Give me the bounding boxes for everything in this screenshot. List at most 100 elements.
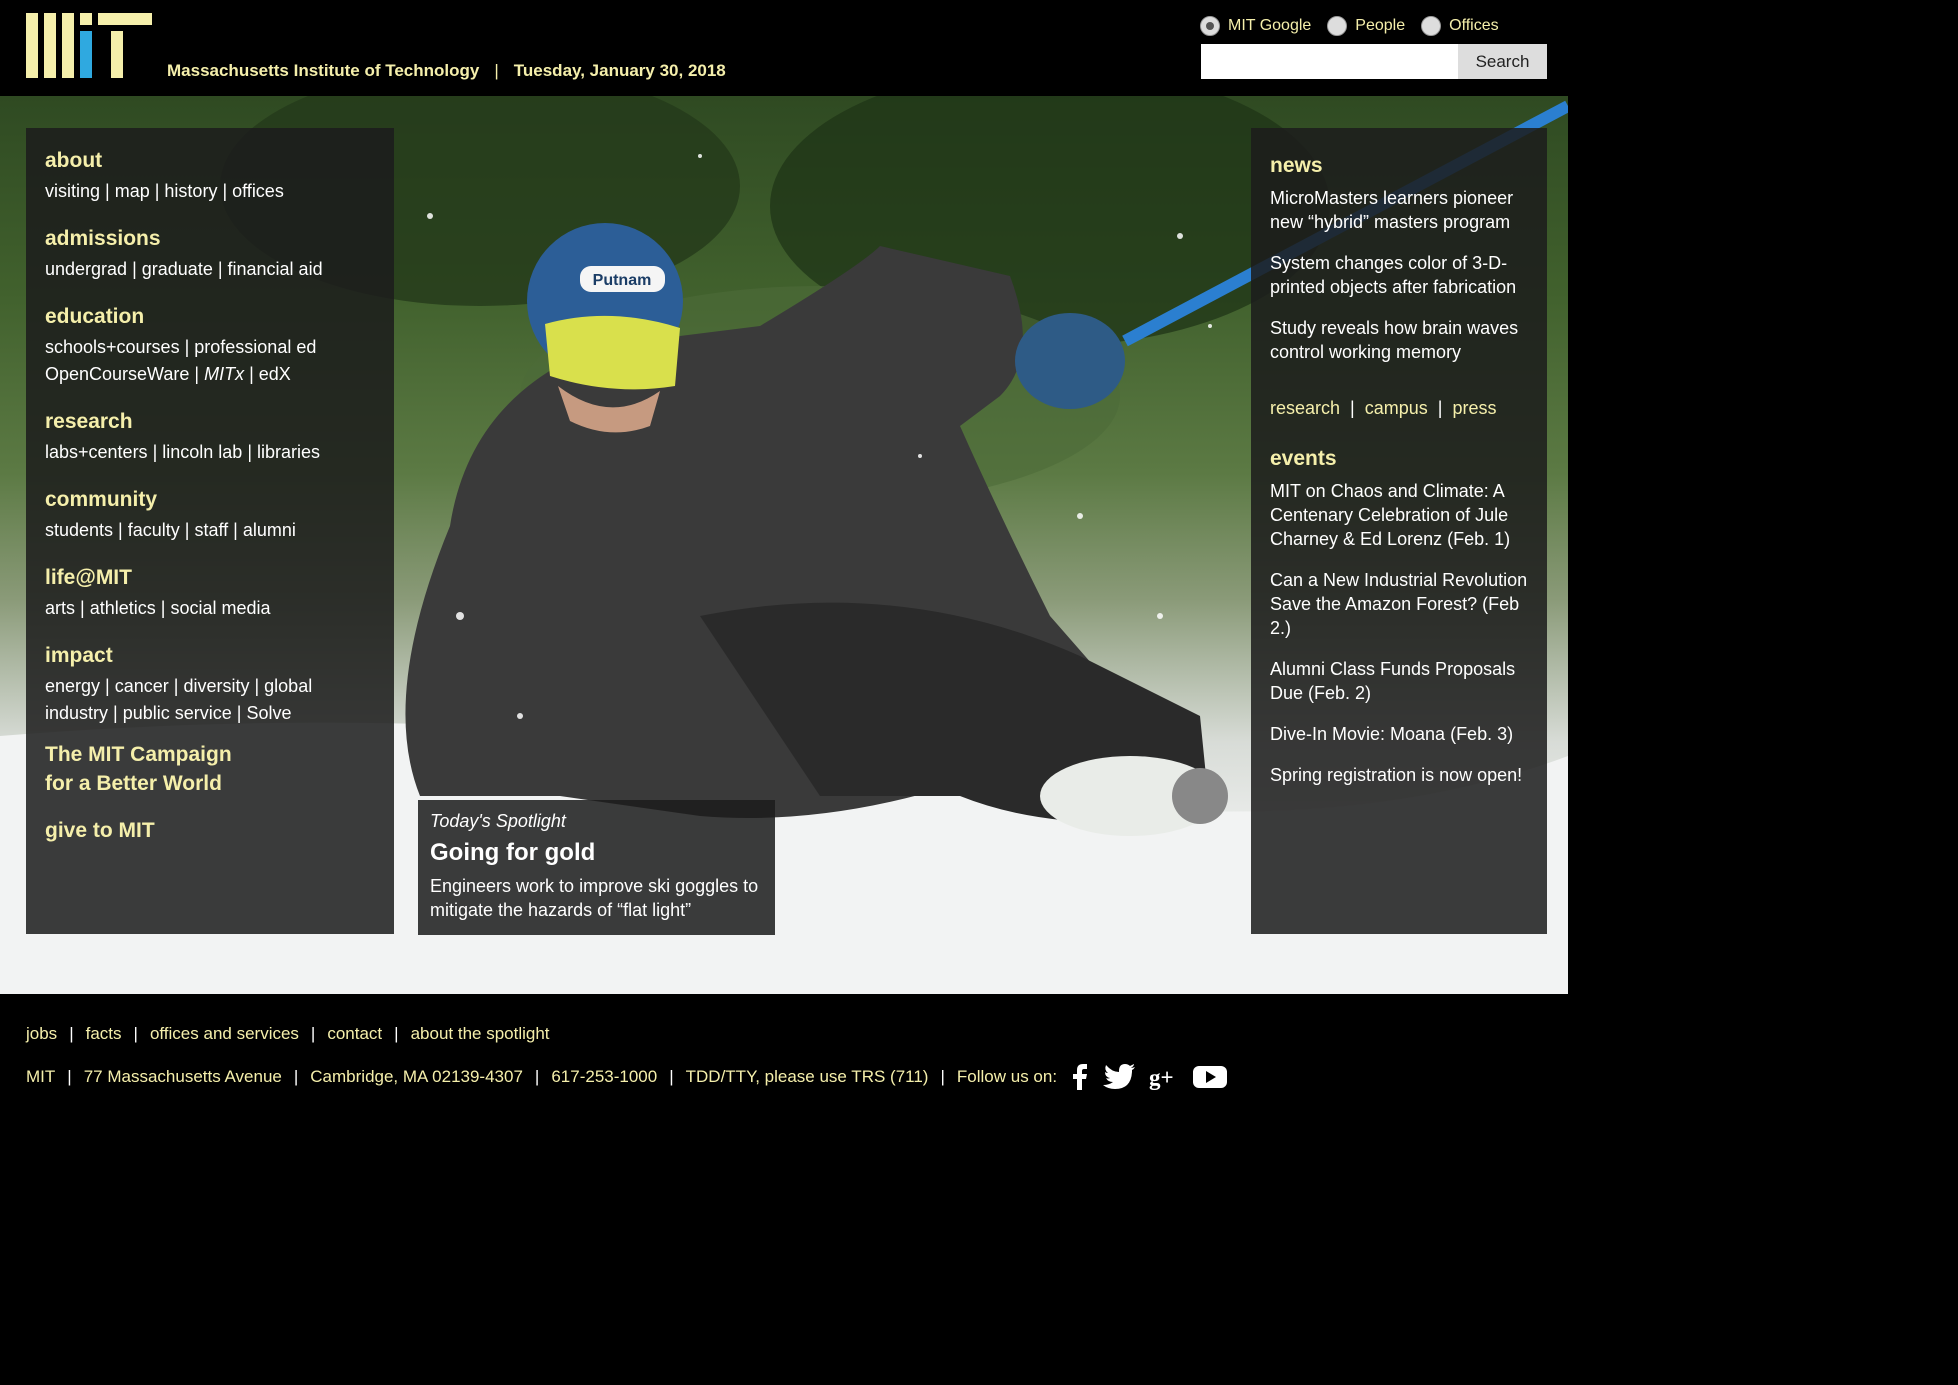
nav-heading-education[interactable]: education (45, 300, 375, 334)
nav-link-staff[interactable]: staff (194, 520, 228, 540)
news-link-campus[interactable]: campus (1365, 398, 1428, 418)
footer-mit: MIT (26, 1067, 56, 1086)
give-to-mit-link[interactable]: give to MIT (45, 819, 375, 843)
news-category-links: research | campus | press (1270, 398, 1497, 418)
nav-link-lincoln-lab[interactable]: lincoln lab (162, 442, 242, 462)
radio-people[interactable]: People (1327, 16, 1405, 36)
nav-section-research: research labs+centers | lincoln lab | librar… (45, 405, 375, 466)
nav-link-public-service[interactable]: public service (123, 703, 232, 723)
radio-offices-label: Offices (1449, 17, 1499, 34)
mit-logo[interactable] (26, 13, 152, 78)
footer-follow-label: Follow us on: (956, 1067, 1058, 1086)
svg-text:g+: g+ (1149, 1065, 1174, 1090)
footer-nav: jobs | facts | offices and services | contact |… (26, 1024, 550, 1043)
nav-link-graduate[interactable]: graduate (142, 259, 213, 279)
nav-link-solve[interactable]: Solve (246, 703, 291, 723)
footer-link-facts[interactable]: facts (86, 1024, 122, 1043)
event-item[interactable]: Can a New Industrial Revolution Save the… (1270, 568, 1528, 640)
spotlight-description: Engineers work to improve ski goggles to… (430, 876, 759, 920)
site-header: Massachusetts Institute of Technology | Tu… (0, 0, 1568, 96)
nav-link-energy[interactable]: energy (45, 676, 100, 696)
footer-link-jobs[interactable]: jobs (26, 1024, 57, 1043)
nav-link-professional-ed[interactable]: professional ed (194, 337, 316, 357)
nav-link-labs-centers[interactable]: labs+centers (45, 442, 148, 462)
campaign-line-2: for a Better World (45, 772, 222, 795)
news-link-press[interactable]: press (1452, 398, 1496, 418)
radio-offices[interactable]: Offices (1421, 16, 1499, 36)
youtube-icon[interactable] (1193, 1063, 1228, 1091)
nav-link-alumni[interactable]: alumni (243, 520, 296, 540)
search-input[interactable] (1201, 44, 1458, 79)
nav-link-industry[interactable]: industry (45, 703, 108, 723)
news-item[interactable]: System changes color of 3-D-printed obje… (1270, 251, 1528, 299)
nav-link-global[interactable]: global (264, 676, 312, 696)
radio-mit-google[interactable]: MIT Google (1200, 16, 1311, 36)
event-item[interactable]: Alumni Class Funds Proposals Due (Feb. 2… (1270, 657, 1528, 705)
nav-section-about: about visiting | map | history | offices (45, 144, 375, 205)
search-button[interactable]: Search (1458, 44, 1547, 79)
footer-link-offices-services[interactable]: offices and services (150, 1024, 299, 1043)
current-date: Tuesday, January 30, 2018 (513, 61, 726, 80)
radio-offices-control[interactable] (1421, 16, 1442, 36)
site-footer: jobs | facts | offices and services | contact |… (0, 994, 1568, 1109)
nav-heading-community[interactable]: community (45, 483, 375, 517)
event-item[interactable]: MIT on Chaos and Climate: A Centenary Ce… (1270, 479, 1528, 551)
nav-heading-life-at-mit[interactable]: life@MIT (45, 561, 375, 595)
campaign-link[interactable]: The MIT Campaign for a Better World (45, 740, 375, 798)
nav-section-life-at-mit: life@MIT arts | athletics | social media (45, 561, 375, 622)
nav-heading-about[interactable]: about (45, 144, 375, 178)
nav-link-arts[interactable]: arts (45, 598, 75, 618)
facebook-icon[interactable] (1071, 1063, 1089, 1091)
footer-address: 77 Massachusetts Avenue (83, 1067, 282, 1086)
nav-link-faculty[interactable]: faculty (128, 520, 180, 540)
nav-link-students[interactable]: students (45, 520, 113, 540)
footer-link-contact[interactable]: contact (327, 1024, 382, 1043)
nav-link-history[interactable]: history (164, 181, 217, 201)
helmet-label: Putnam (593, 272, 652, 289)
nav-link-diversity[interactable]: diversity (183, 676, 249, 696)
nav-link-schools-courses[interactable]: schools+courses (45, 337, 180, 357)
search-scope-options: MIT Google People Offices (1200, 16, 1515, 36)
twitter-icon[interactable] (1103, 1063, 1136, 1091)
footer-phone: 617-253-1000 (551, 1067, 658, 1086)
nav-link-edx[interactable]: edX (259, 364, 291, 384)
event-item[interactable]: Spring registration is now open! (1270, 763, 1528, 787)
event-item[interactable]: Dive-In Movie: Moana (Feb. 3) (1270, 722, 1528, 746)
google-plus-icon[interactable]: g+ (1149, 1063, 1179, 1091)
news-item[interactable]: MicroMasters learners pioneer new “hybri… (1270, 186, 1528, 234)
nav-link-undergrad[interactable]: undergrad (45, 259, 127, 279)
nav-link-cancer[interactable]: cancer (115, 676, 169, 696)
news-events-panel: news MicroMasters learners pioneer new “… (1251, 128, 1547, 934)
nav-link-visiting[interactable]: visiting (45, 181, 100, 201)
news-item[interactable]: Study reveals how brain waves control wo… (1270, 316, 1528, 364)
nav-link-opencourseware[interactable]: OpenCourseWare (45, 364, 189, 384)
news-link-research[interactable]: research (1270, 398, 1340, 418)
nav-heading-research[interactable]: research (45, 405, 375, 439)
nav-section-admissions: admissions undergrad | graduate | financial … (45, 222, 375, 283)
institution-name: Massachusetts Institute of Technology (167, 61, 480, 80)
radio-mit-google-label: MIT Google (1228, 17, 1312, 34)
nav-link-map[interactable]: map (115, 181, 150, 201)
nav-link-libraries[interactable]: libraries (257, 442, 320, 462)
nav-section-impact: impact energy | cancer | diversity | global in… (45, 639, 375, 727)
radio-people-control[interactable] (1327, 16, 1348, 36)
left-navigation-panel: about visiting | map | history | offices admis… (26, 128, 394, 934)
spotlight-kicker: Today's Spotlight (430, 811, 566, 831)
spotlight-title[interactable]: Going for gold (430, 839, 763, 867)
nav-section-community: community students | faculty | staff | alumni (45, 483, 375, 544)
nav-section-education: education schools+courses | professional e… (45, 300, 375, 388)
nav-link-mitx[interactable]: MITx (204, 364, 244, 384)
nav-link-social-media[interactable]: social media (170, 598, 270, 618)
events-heading[interactable]: events (1270, 447, 1528, 471)
nav-link-offices[interactable]: offices (232, 181, 284, 201)
spotlight-caption[interactable]: Today's Spotlight Going for gold Enginee… (418, 800, 775, 935)
nav-link-athletics[interactable]: athletics (90, 598, 156, 618)
nav-heading-impact[interactable]: impact (45, 639, 375, 673)
nav-heading-admissions[interactable]: admissions (45, 222, 375, 256)
radio-mit-google-control[interactable] (1200, 16, 1220, 36)
nav-link-financial-aid[interactable]: financial aid (228, 259, 323, 279)
news-heading[interactable]: news (1270, 154, 1528, 178)
footer-tdd: TDD/TTY, please use TRS (711) (685, 1067, 929, 1086)
footer-link-about-spotlight[interactable]: about the spotlight (411, 1024, 550, 1043)
footer-contact-info: MIT | 77 Massachusetts Avenue | Cambridge,… (26, 1063, 1228, 1091)
